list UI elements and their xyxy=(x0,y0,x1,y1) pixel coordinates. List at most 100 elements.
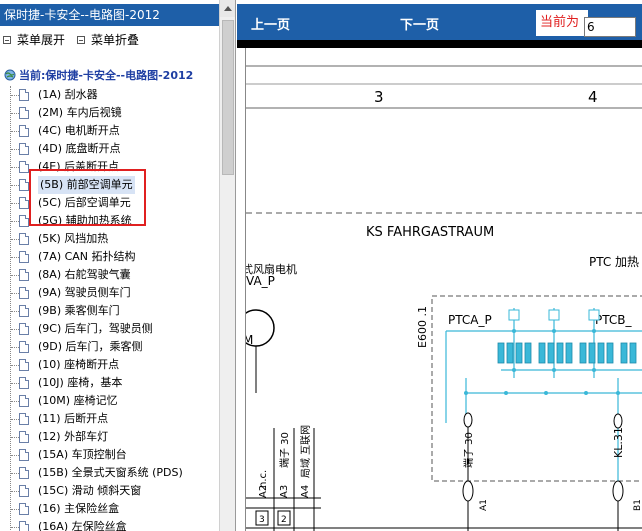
tree-item[interactable]: (5G) 辅助加热系统 xyxy=(0,212,219,230)
tree-item[interactable]: (9A) 驾驶员侧车门 xyxy=(0,284,219,302)
tree-item-label: (16) 主保险丝盒 xyxy=(38,502,120,515)
tree-item[interactable]: (9C) 后车门，驾驶员侧 xyxy=(0,320,219,338)
column-number-3: 3 xyxy=(374,88,384,106)
tree-item-label: (4E) 后盖断开点 xyxy=(38,160,120,173)
tree-item-label: (4D) 底盘断开点 xyxy=(38,142,121,155)
circuit-diagram: 3 4 KS FAHRGASTRAUM PTC 加热 式风扇电机 VA_P M … xyxy=(246,65,642,531)
tree-item-label: (8A) 右舵驾驶气囊 xyxy=(38,268,131,281)
prev-page-button[interactable]: 上一页 xyxy=(251,14,290,33)
ptc-relays xyxy=(508,309,600,321)
area-title: KS FAHRGASTRAUM xyxy=(366,225,494,240)
tree-item[interactable]: (7A) CAN 拓扑结构 xyxy=(0,248,219,266)
tree-item-label: (12) 外部车灯 xyxy=(38,430,109,443)
tree-item-label: (9B) 乘客侧车门 xyxy=(38,304,120,317)
tree-item-label: (5C) 后部空调单元 xyxy=(38,196,131,209)
current-page-label: 当前为 xyxy=(536,10,588,36)
tree-item-label: (10M) 座椅记忆 xyxy=(38,394,118,407)
tree-item-label: (1A) 刮水器 xyxy=(38,88,98,101)
tree-item[interactable]: (10) 座椅断开点 xyxy=(0,356,219,374)
expand-menu-button[interactable]: 菜单展开 xyxy=(3,32,65,48)
network-label: 局域 互联网 xyxy=(299,425,312,478)
tree-item-label: (11) 后断开点 xyxy=(38,412,109,425)
vertical-scrollbar[interactable] xyxy=(219,0,235,531)
scroll-thumb[interactable] xyxy=(222,20,234,175)
tree-items: (1A) 刮水器 (2M) 车内后视镜 (4C) 电机断开点 (4D) 底盘断开点 (4… xyxy=(0,86,219,531)
expand-icon xyxy=(3,35,11,44)
left-panel: 保时捷-卡安全--电路图-2012 菜单展开 菜单折叠 当前:保时捷-卡安全--… xyxy=(0,0,236,531)
tree-root[interactable]: 当前:保时捷-卡安全--电路图-2012 xyxy=(4,68,193,84)
pin-a4-label: A4 xyxy=(300,485,311,498)
document-icon xyxy=(19,143,29,155)
tree-item-label: (7A) CAN 拓扑结构 xyxy=(38,250,136,263)
ptc-wiring xyxy=(445,308,642,488)
tree-item[interactable]: (1A) 刮水器 xyxy=(0,86,219,104)
document-icon xyxy=(19,467,29,479)
tree-item[interactable]: (10M) 座椅记忆 xyxy=(0,392,219,410)
document-icon xyxy=(19,287,29,299)
tree-item[interactable]: (10J) 座椅，基本 xyxy=(0,374,219,392)
document-icon xyxy=(19,359,29,371)
tree-item[interactable]: (16A) 左保险丝盒 xyxy=(0,518,219,531)
globe-icon xyxy=(4,69,16,81)
document-icon xyxy=(19,215,29,227)
ptcb-label: PTCB_ xyxy=(595,313,632,327)
tree-item-label: (9C) 后车门，驾驶员侧 xyxy=(38,322,153,335)
tree-item[interactable]: (9B) 乘客侧车门 xyxy=(0,302,219,320)
term30-label-left: 端子 30 xyxy=(278,432,291,468)
tree-item[interactable]: (11) 后断开点 xyxy=(0,410,219,428)
collapse-icon xyxy=(77,35,85,44)
tree-item-label: (10) 座椅断开点 xyxy=(38,358,120,371)
tree-item[interactable]: (5C) 后部空调单元 xyxy=(0,194,219,212)
document-icon xyxy=(19,449,29,461)
document-icon xyxy=(19,305,29,317)
document-icon xyxy=(19,161,29,173)
document-icon xyxy=(19,197,29,209)
next-page-button[interactable]: 下一页 xyxy=(400,14,439,33)
tree-item[interactable]: (4D) 底盘断开点 xyxy=(0,140,219,158)
collapse-menu-label: 菜单折叠 xyxy=(91,33,140,47)
tree-item[interactable]: (8A) 右舵驾驶气囊 xyxy=(0,266,219,284)
tree-item-label: (9A) 驾驶员侧车门 xyxy=(38,286,131,299)
scroll-up-icon[interactable] xyxy=(220,0,235,17)
document-icon xyxy=(19,431,29,443)
tree-item[interactable]: (15C) 滑动 倾斜天窗 xyxy=(0,482,219,500)
page-number-input[interactable] xyxy=(584,17,636,37)
document-icon xyxy=(19,179,29,191)
right-panel: 上一页 下一页 当前为 3 4 KS FAHRGASTRAUM PTC 加热 式… xyxy=(237,0,642,531)
tree-item-label: (5B) 前部空调单元 xyxy=(38,176,135,194)
tree-item-label: (5G) 辅助加热系统 xyxy=(38,214,132,227)
document-icon xyxy=(19,323,29,335)
tree-item[interactable]: (15A) 车顶控制台 xyxy=(0,446,219,464)
motor-m-label: M xyxy=(246,333,253,347)
pin-b1-label: B1 xyxy=(633,499,642,511)
tree-item[interactable]: (9D) 后车门，乘客侧 xyxy=(0,338,219,356)
tree-item[interactable]: (4E) 后盖断开点 xyxy=(0,158,219,176)
page-toolbar: 上一页 下一页 当前为 xyxy=(237,4,642,40)
tree-item[interactable]: (12) 外部车灯 xyxy=(0,428,219,446)
tree-item[interactable]: (4C) 电机断开点 xyxy=(0,122,219,140)
ptca-label: PTCA_P xyxy=(448,313,492,327)
document-icon xyxy=(19,377,29,389)
term30-label-right: 端子 30 xyxy=(462,432,475,468)
ptc-elements xyxy=(497,342,637,364)
tree-item-label: (4C) 电机断开点 xyxy=(38,124,120,137)
tree-item-label: (16A) 左保险丝盒 xyxy=(38,520,127,531)
pin-a2-label: A2 xyxy=(258,485,269,498)
collapse-menu-button[interactable]: 菜单折叠 xyxy=(77,32,139,48)
tree-item-label: (2M) 车内后视镜 xyxy=(38,106,122,119)
panel-title: 保时捷-卡安全--电路图-2012 xyxy=(0,4,219,26)
pin-a1-label: A1 xyxy=(479,499,489,511)
tree-item[interactable]: (5K) 风挡加热 xyxy=(0,230,219,248)
tree-item[interactable]: (5B) 前部空调单元 xyxy=(0,176,219,194)
tree-item[interactable]: (15B) 全景式天窗系统 (PDS) xyxy=(0,464,219,482)
pin-a3-label: A3 xyxy=(279,485,290,498)
pin-2-label: 2 xyxy=(281,515,287,525)
document-icon xyxy=(19,233,29,245)
document-icon xyxy=(19,503,29,515)
tree-item-label: (15B) 全景式天窗系统 (PDS) xyxy=(38,466,183,479)
document-icon xyxy=(19,107,29,119)
document-icon xyxy=(19,521,29,531)
tree-item[interactable]: (16) 主保险丝盒 xyxy=(0,500,219,518)
e600-label: E600 .1 xyxy=(416,306,429,348)
tree-item[interactable]: (2M) 车内后视镜 xyxy=(0,104,219,122)
